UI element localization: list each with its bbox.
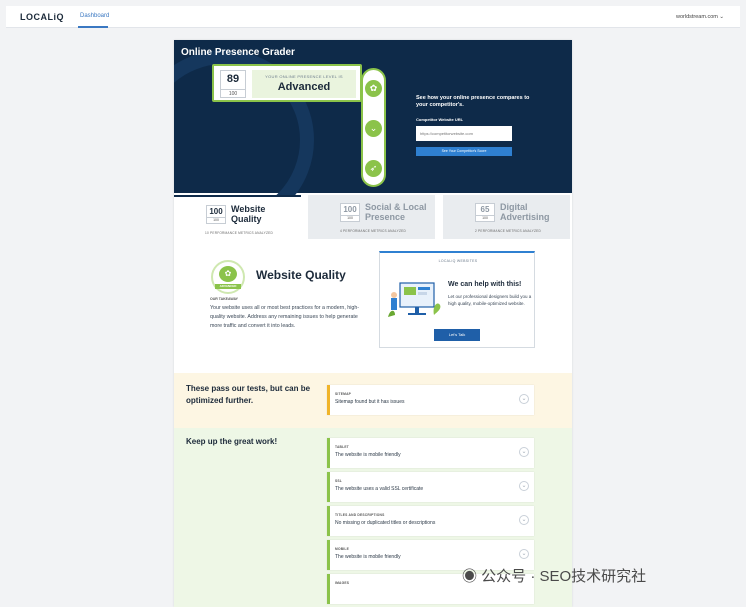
category-score-out-of: 100 [476,215,494,220]
competitor-url-label: Competitor Website URL [416,117,464,122]
watermark-label: 公众号 · SEO技术研究社 [481,568,647,585]
category-score-box: 65 100 [475,203,495,222]
promo-card: LOCALiQ WEBSITES We can help with this! … [379,251,535,348]
optimize-section: These pass our tests, but can be optimiz… [174,373,572,428]
category-score: 100 [209,207,223,216]
category-tab-social-local[interactable]: 100 100 Social & Local Presence 4 PERFOR… [308,195,435,239]
account-menu[interactable]: worldstream.com ⌄ [676,14,724,20]
category-name: Digital Advertising [500,202,550,222]
result-category: TABLET [335,445,349,449]
result-text: No missing or duplicated titles or descr… [335,520,436,526]
tab-dashboard[interactable]: Dashboard [80,13,109,19]
competitor-score-button[interactable]: See Your Competitor's Score [416,147,512,156]
category-tab-website-quality[interactable]: 100 100 Website Quality 10 PERFORMANCE M… [174,195,301,239]
lets-talk-button[interactable]: Let's Talk [434,329,480,341]
watermark-text: ◉ 公众号 · SEO技术研究社 [462,565,646,586]
category-tab-digital-advertising[interactable]: 65 100 Digital Advertising 2 PERFORMANCE… [443,195,570,239]
optimize-title: These pass our tests, but can be optimiz… [186,384,311,405]
wechat-icon: ◉ [462,568,482,585]
category-score-out-of: 100 [341,215,359,220]
category-name: Social & Local Presence [365,202,427,222]
takeaway-caption: OUR TAKEAWAY [210,297,239,301]
result-item[interactable]: TITLES AND DESCRIPTIONS No missing or du… [327,506,534,536]
overall-score-card: 89 100 YOUR ONLINE PRESENCE LEVEL IS Adv… [212,64,362,102]
overall-score-out-of: 100 [221,89,245,97]
report-page: Online Presence Grader 89 100 YOUR ONLIN… [174,40,572,607]
expand-icon[interactable]: ⌄ [519,447,529,457]
localiq-logo[interactable]: LOCALiQ [20,12,64,22]
category-score: 65 [480,205,490,214]
result-text: The website uses a valid SSL certificate [335,486,424,492]
sprout-icon: ✿ [365,80,382,97]
website-quality-badge: ✿ ADVANCED [211,260,245,294]
result-text: Sitemap found but it has issues [335,399,405,405]
result-category: IMAGES [335,581,350,585]
promo-caption: LOCALiQ WEBSITES [438,259,478,263]
expand-icon[interactable]: ⌄ [519,481,529,491]
chevron-down-icon: ⌄ [365,120,382,137]
result-category: TITLES AND DESCRIPTIONS [335,513,385,517]
category-metrics: 4 PERFORMANCE METRICS ANALYZED [340,229,406,233]
competitor-url-input[interactable] [416,126,512,141]
expand-icon[interactable]: ⌄ [519,515,529,525]
result-item[interactable]: TABLET The website is mobile friendly ⌄ [327,438,534,468]
result-category: MOBILE [335,547,350,551]
category-metrics: 2 PERFORMANCE METRICS ANALYZED [475,229,541,233]
designer-illustration-icon [388,282,441,317]
result-item[interactable]: SSL The website uses a valid SSL certifi… [327,472,534,502]
promo-headline: We can help with this! [448,281,522,288]
expand-icon[interactable]: ⌄ [519,549,529,559]
result-text: The website is mobile friendly [335,452,401,458]
category-score-out-of: 100 [207,217,225,222]
section-title: Website Quality [256,268,346,282]
expand-icon[interactable]: ⌄ [519,394,529,404]
top-nav-bar: LOCALiQ Dashboard worldstream.com ⌄ [6,6,740,28]
level-track: ✿ ⌄ ➶ [361,68,386,187]
overall-score-box: 89 100 [220,70,246,98]
compare-heading: See how your online presence compares to… [416,95,530,108]
promo-text: Let our professional designers build you… [448,294,532,306]
result-item[interactable]: SITEMAP Sitemap found but it has issues … [327,385,534,415]
browser-frame: LOCALiQ Dashboard worldstream.com ⌄ Onli… [0,0,746,607]
category-name: Website Quality [231,204,266,224]
rocket-icon: ➶ [365,160,382,177]
result-text: The website is mobile friendly [335,554,401,560]
category-score-box: 100 100 [340,203,360,222]
sprout-icon: ✿ [219,266,237,282]
presence-level: Advanced [277,81,331,93]
account-label: worldstream.com [675,14,718,20]
overall-score: 89 [226,73,240,85]
category-metrics: 10 PERFORMANCE METRICS ANALYZED [205,231,273,235]
result-category: SSL [335,479,343,483]
hero-section: Online Presence Grader 89 100 YOUR ONLIN… [174,40,572,230]
active-tab-indicator [78,26,108,28]
chevron-down-icon: ⌄ [719,14,724,20]
presence-level-caption: YOUR ONLINE PRESENCE LEVEL IS [265,74,343,79]
category-score: 100 [343,205,357,214]
result-category: SITEMAP [335,392,352,396]
takeaway-text: Your website uses all or most best pract… [210,305,360,329]
passed-title: Keep up the great work! [186,437,278,446]
page-title: Online Presence Grader [181,47,295,58]
badge-label: ADVANCED [215,284,241,289]
presence-level-box: YOUR ONLINE PRESENCE LEVEL IS Advanced [252,70,356,98]
category-score-box: 100 100 [206,205,226,224]
